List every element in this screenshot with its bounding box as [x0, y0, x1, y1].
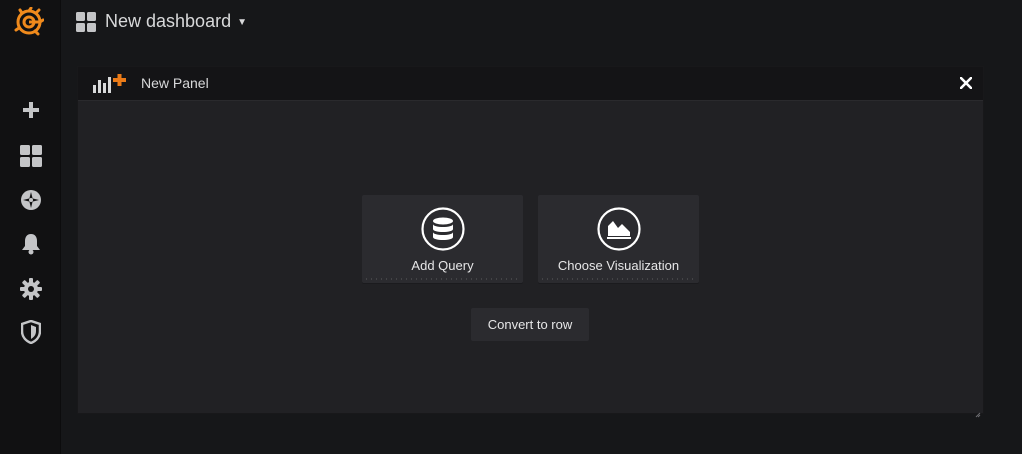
grafana-logo-icon[interactable] [14, 6, 45, 37]
area-chart-icon [596, 207, 641, 251]
dashboards-icon[interactable] [18, 143, 44, 169]
card-divider [542, 278, 695, 280]
plus-icon[interactable] [18, 97, 44, 123]
dashboard-title-button[interactable]: New dashboard ▼ [105, 11, 247, 32]
close-icon[interactable] [957, 74, 975, 92]
choose-visualization-button[interactable]: Choose Visualization [538, 195, 699, 283]
dashboard-navbar: New dashboard ▼ [61, 0, 1022, 44]
dashboard-title: New dashboard [105, 11, 232, 31]
panel-header: New Panel [78, 67, 983, 101]
database-icon [420, 207, 465, 251]
new-panel: New Panel Add Query Choose Visualization… [77, 66, 984, 418]
panel-title: New Panel [141, 75, 209, 91]
card-divider [366, 278, 519, 280]
side-menu [0, 0, 61, 454]
add-query-button[interactable]: Add Query [362, 195, 523, 283]
gear-icon[interactable] [18, 276, 44, 302]
explore-compass-icon[interactable] [18, 187, 44, 213]
convert-to-row-label: Convert to row [487, 317, 573, 332]
bell-icon[interactable] [18, 231, 44, 257]
resize-handle-icon[interactable] [975, 405, 981, 418]
dashboard-grid-icon [76, 12, 96, 32]
add-query-label: Add Query [411, 258, 474, 273]
caret-down-icon: ▼ [237, 16, 247, 28]
add-panel-icon [92, 74, 128, 94]
shield-icon[interactable] [18, 319, 44, 345]
convert-to-row-button[interactable]: Convert to row [471, 308, 589, 341]
choose-visualization-label: Choose Visualization [557, 258, 680, 273]
